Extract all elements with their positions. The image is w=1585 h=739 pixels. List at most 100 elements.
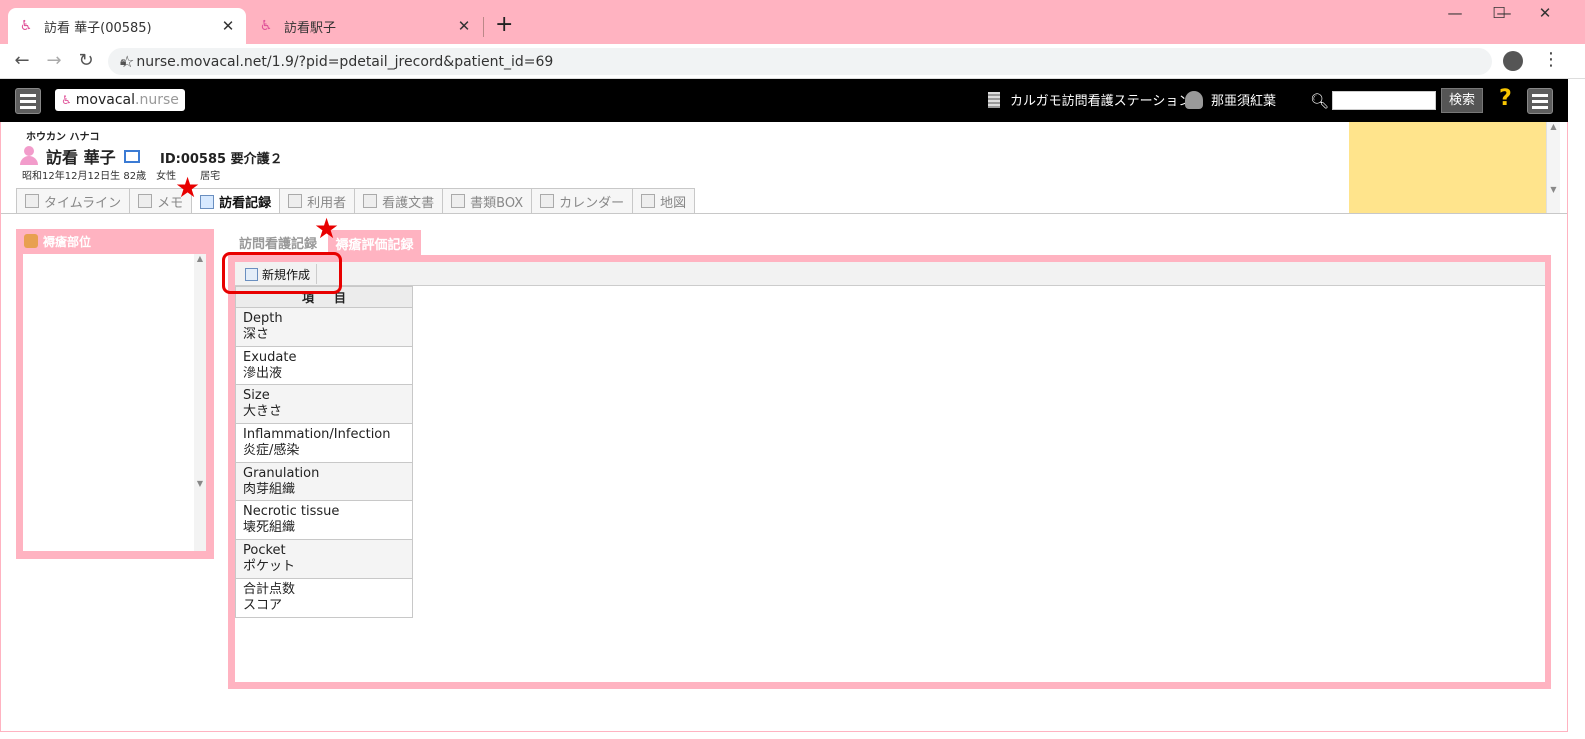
item-cell: Inflammation/Infection 炎症/感染 [235,423,413,463]
browser-tab-strip: ♿ 訪看 華子(00585) ✕ ♿ 訪看駅子 ✕ + — [0,0,1585,44]
patient-sex: 女性 [156,171,177,182]
browser-menu-icon[interactable]: ⋮ [1542,49,1560,70]
header-scrollbar[interactable]: ▲ ▼ [1546,122,1560,214]
tab-label: タイムライン [44,195,122,211]
item-ja: 深さ [243,326,270,342]
evaluation-content: 新規作成 項目 Depth 深さ Exudate 滲出液 Size 大きさ Infla… [235,262,1545,682]
minimize-window-button[interactable]: — [1432,4,1478,22]
station-label: カルガモ訪問看護ステーション [1010,94,1192,109]
wound-site-scrollbar[interactable]: ▲ ▼ [194,254,206,551]
item-cell: Exudate 滲出液 [235,345,413,386]
patient-residence: 居宅 [200,171,221,182]
tab-visit-record[interactable]: 訪看記録 [191,188,281,214]
building-icon [988,91,1000,108]
item-ja: 肉芽組織 [243,481,296,497]
annotation-highlight-box [222,252,342,294]
logo-main-text: movacal [75,92,135,108]
close-tab-icon[interactable]: ✕ [220,17,236,35]
open-window-icon[interactable] [123,149,140,163]
url-text: nurse.movacal.net/1.9/?pid=pdetail_jreco… [136,53,554,70]
tab-nursing-docs[interactable]: 看護文書 [354,188,444,213]
address-bar: ← → ↻ 🔒︎ nurse.movacal.net/1.9/?pid=pdet… [0,44,1585,79]
patient-id: ID:00585 要介護２ [160,152,283,167]
logo-icon: ♿ [61,93,72,107]
tab-divider [483,17,484,37]
search-icon: 🔍︎ [1310,92,1330,110]
item-ja: 滲出液 [243,365,283,381]
calendar-icon [540,194,555,208]
station-name[interactable]: カルガモ訪問看護ステーション [988,90,1191,109]
back-arrow-icon[interactable]: ← [10,50,34,71]
movacal-logo[interactable]: ♿ movacal .nurse [55,89,185,111]
tab-map[interactable]: 地図 [632,188,696,213]
evaluation-toolbar: 新規作成 [235,262,1545,286]
url-field[interactable]: 🔒︎ nurse.movacal.net/1.9/?pid=pdetail_jr… [108,48,1492,75]
item-en: Inflammation/Infection [243,426,391,442]
pdf-icon [363,194,378,208]
item-ja: 炎症/感染 [243,442,300,458]
box-icon [451,194,466,208]
item-cell: Necrotic tissue 壊死組織 [235,500,413,541]
search-button[interactable]: 検索 [1441,88,1483,113]
main-menu-button[interactable] [15,88,41,114]
item-ja: スコア [243,597,283,613]
browser-tab-second[interactable]: ♿ 訪看駅子 ✕ [248,8,482,44]
tab-pressure-ulcer-evaluation[interactable]: 褥瘡評価記録 [328,230,421,256]
item-en: Depth [243,310,283,326]
current-user[interactable]: 那亜須紅葉 [1185,90,1276,109]
item-cell: Depth 深さ [235,307,413,347]
patient-kana: ホウカン ハナコ [26,132,100,143]
map-icon [641,194,656,208]
tab-user[interactable]: 利用者 [279,188,356,213]
user-icon [1185,90,1203,109]
table-row: Exudate 滲出液 [235,345,413,386]
maximize-window-button[interactable]: ☐ [1476,4,1522,22]
movacal-favicon-icon: ♿ [19,18,33,34]
pencil-icon [138,194,153,208]
right-menu-button[interactable] [1527,88,1553,114]
bookmark-star-icon[interactable]: ☆ [120,48,134,76]
user-label: 那亜須紅葉 [1211,94,1277,109]
item-en: Pocket [243,542,286,558]
tab-label: 看護文書 [382,195,435,211]
item-en: 合計点数 [243,581,296,597]
app-header: ♿ movacal .nurse カルガモ訪問看護ステーション 那亜須紅葉 🔍︎ … [0,79,1568,122]
logo-suffix-text: .nurse [135,92,179,108]
record-icon [200,194,215,209]
tab-timeline[interactable]: タイムライン [16,188,131,213]
table-row: Size 大きさ [235,384,413,425]
tab-document-box[interactable]: 書類BOX [442,188,533,213]
item-ja: 壊死組織 [243,520,296,536]
new-tab-button[interactable]: + [495,12,513,37]
tab-label: 書類BOX [470,195,524,211]
tab-calendar[interactable]: カレンダー [531,188,634,213]
tab-label: カレンダー [559,195,625,211]
timeline-icon [25,194,39,208]
table-row: Granulation 肉芽組織 [235,461,413,502]
item-en: Necrotic tissue [243,504,340,520]
close-window-button[interactable]: ✕ [1522,4,1568,22]
close-tab-icon[interactable]: ✕ [456,17,472,35]
evaluation-item-table: 項目 Depth 深さ Exudate 滲出液 Size 大きさ Inflammati… [235,286,413,618]
wound-site-header: 褥瘡部位 [16,229,214,253]
browser-tab-patient[interactable]: ♿ 訪看 華子(00585) ✕ [8,8,246,44]
wound-site-title: 褥瘡部位 [43,234,92,249]
tab-baseline [0,213,1568,214]
reload-icon[interactable]: ↻ [74,50,98,71]
user-card-icon [288,194,303,208]
tab-visit-nursing-record[interactable]: 訪問看護記録 [231,230,325,254]
sticky-note-area[interactable] [1349,122,1546,214]
patient-name-row: 訪看 華子 [20,144,140,168]
help-icon[interactable]: ? [1499,86,1512,111]
item-en: Size [243,388,270,404]
account-avatar-icon[interactable] [1503,51,1523,71]
search-input[interactable] [1332,91,1436,110]
page-scrollbar[interactable] [1551,214,1566,694]
browser-tab-title: 訪看 華子(00585) [44,20,152,36]
patient-name: 訪看 華子 [46,148,116,167]
tab-label: 利用者 [307,195,347,211]
wound-site-list[interactable]: ▲ ▼ [23,254,206,551]
forward-arrow-icon[interactable]: → [42,50,66,71]
annotation-star-icon: ★ [175,171,201,204]
item-en: Exudate [243,349,297,365]
